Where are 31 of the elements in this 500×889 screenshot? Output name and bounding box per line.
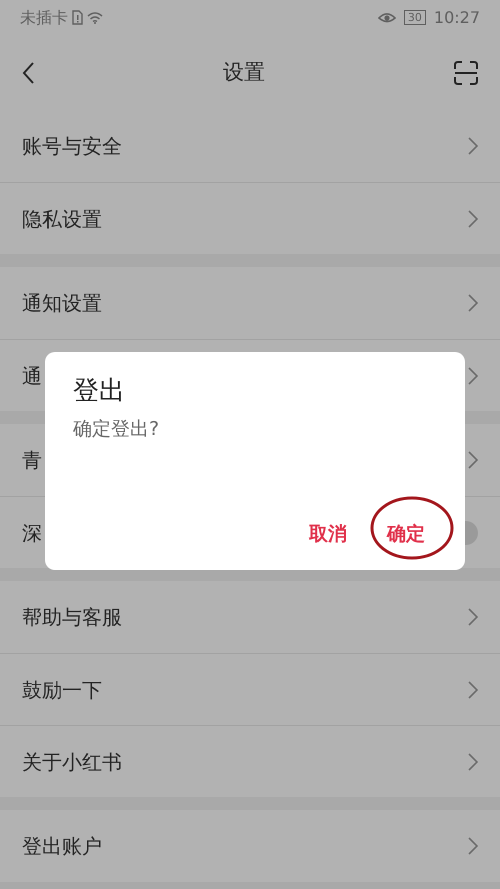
eye-icon: [378, 11, 396, 24]
row-label: 关于小红书: [22, 748, 122, 776]
cancel-button[interactable]: 取消: [309, 520, 347, 548]
row-label: 通: [22, 362, 42, 390]
row-label: 青: [22, 447, 42, 474]
dialog-message: 确定登出?: [73, 420, 160, 439]
page-title: 设置: [223, 58, 265, 86]
row-label: 深: [22, 520, 42, 546]
chevron-right-icon: [468, 210, 478, 228]
dialog-title: 登出: [73, 378, 126, 404]
chevron-right-icon: [468, 608, 478, 626]
chevron-right-icon: [468, 837, 478, 855]
row-label: 账号与安全: [22, 133, 122, 160]
chevron-right-icon: [468, 137, 478, 155]
chevron-right-icon: [468, 294, 478, 312]
chevron-right-icon: [468, 752, 478, 770]
carrier-text: 未插卡: [20, 6, 68, 28]
row-label: 通知设置: [22, 290, 102, 317]
row-label: 鼓励一下: [22, 676, 102, 704]
chevron-right-icon: [468, 451, 478, 469]
chevron-right-icon: [468, 366, 478, 384]
clock-time: 10:27: [434, 6, 480, 28]
back-icon[interactable]: [22, 62, 34, 84]
battery-indicator: 30: [404, 10, 426, 25]
row-label: 隐私设置: [22, 206, 102, 232]
row-label: 登出账户: [22, 833, 102, 860]
wifi-icon: [87, 11, 103, 24]
row-label: 帮助与客服: [22, 604, 122, 631]
sim-card-icon: [72, 10, 83, 25]
chevron-right-icon: [468, 680, 478, 698]
scan-icon[interactable]: [454, 60, 478, 84]
